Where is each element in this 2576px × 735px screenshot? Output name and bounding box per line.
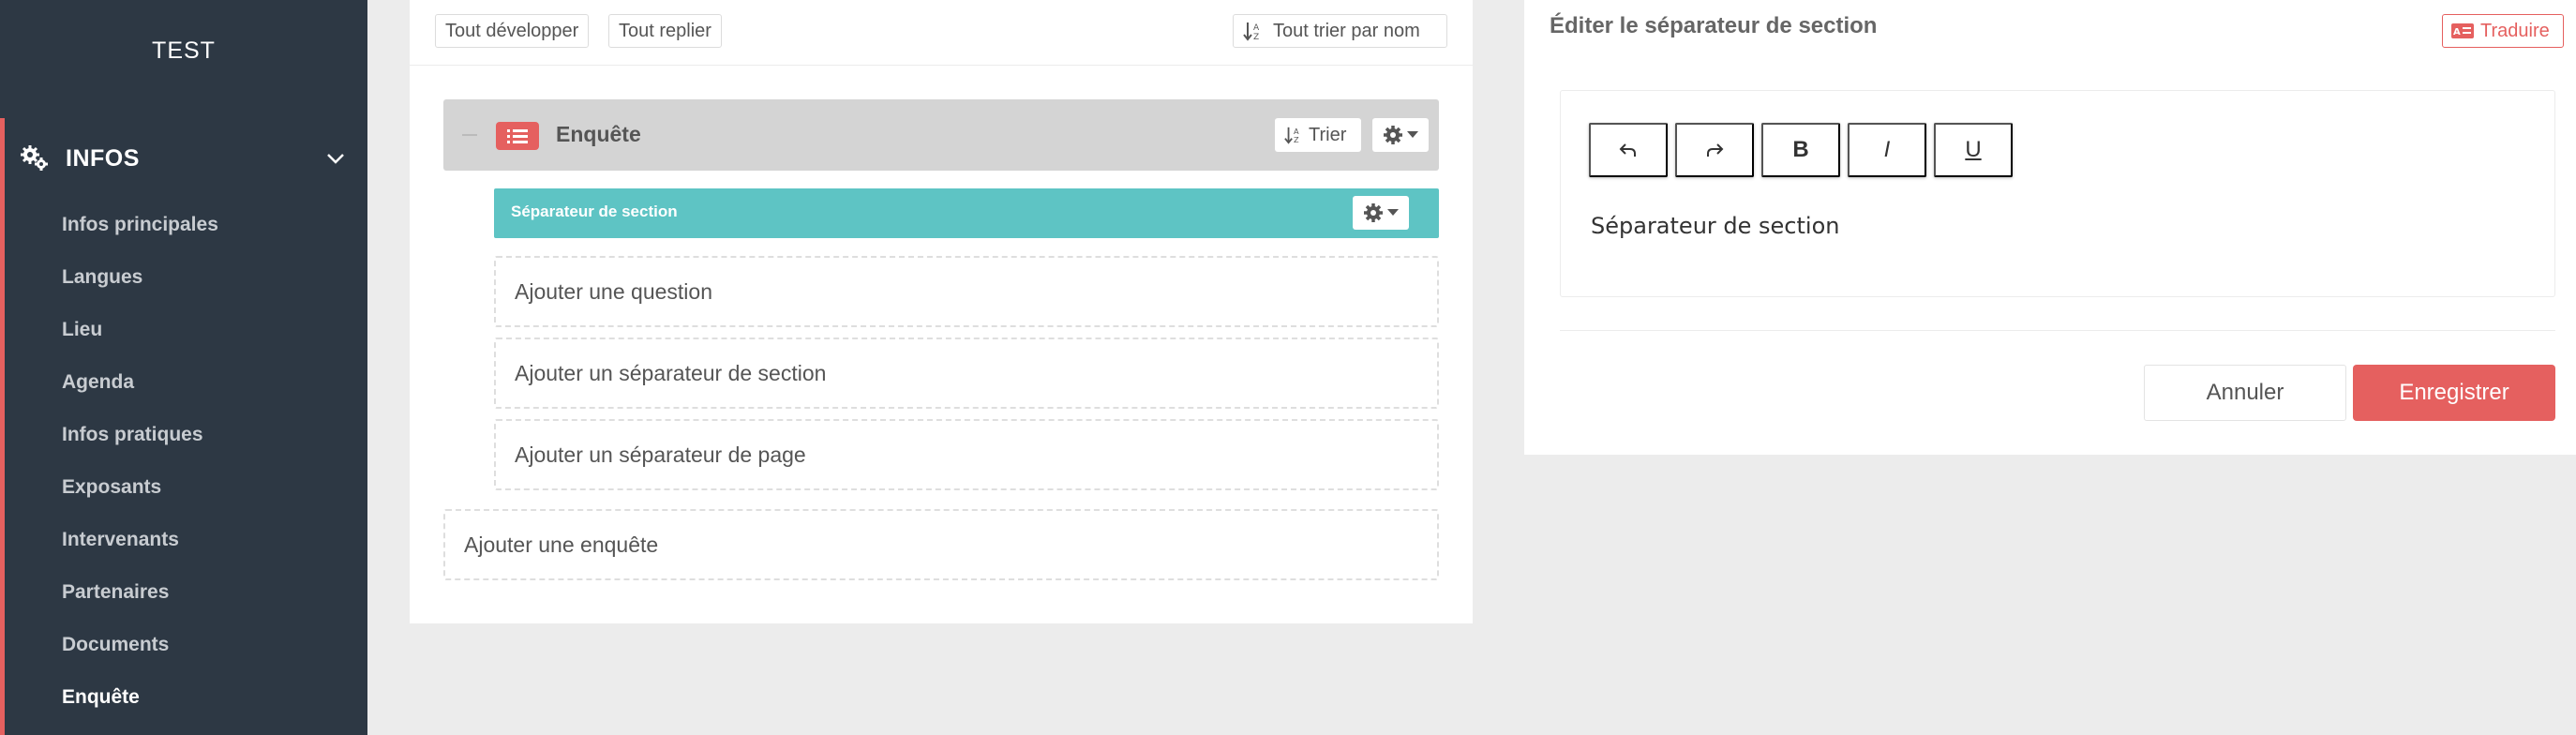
panel-divider bbox=[1560, 330, 2555, 331]
underline-icon: U bbox=[1965, 137, 1982, 162]
separator-settings-button[interactable] bbox=[1353, 196, 1409, 230]
sidebar-item-lieu[interactable]: Lieu bbox=[62, 304, 218, 356]
translate-label: Traduire bbox=[2480, 20, 2550, 41]
sidebar-section-title: INFOS bbox=[66, 144, 140, 172]
sidebar-accent-bar bbox=[0, 118, 5, 735]
section-separator-label: Séparateur de section bbox=[511, 202, 678, 220]
translate-icon: A bbox=[2451, 23, 2474, 38]
add-section-separator-box[interactable]: Ajouter un séparateur de section bbox=[494, 338, 1439, 409]
bold-button[interactable]: B bbox=[1761, 123, 1840, 177]
sidebar-item-enquete[interactable]: Enquête bbox=[62, 671, 218, 724]
add-survey-box[interactable]: Ajouter une enquête bbox=[443, 509, 1439, 580]
italic-icon: I bbox=[1883, 137, 1891, 162]
section-separator-row[interactable]: Séparateur de section bbox=[494, 188, 1439, 238]
cancel-button[interactable]: Annuler bbox=[2144, 365, 2346, 421]
rich-text-editor: B I U Séparateur de section bbox=[1560, 90, 2555, 297]
bold-icon: B bbox=[1792, 137, 1809, 162]
sidebar-item-partenaires[interactable]: Partenaires bbox=[62, 566, 218, 619]
sort-label: Trier bbox=[1309, 124, 1347, 145]
panel-title: Éditer le séparateur de section bbox=[1550, 13, 1878, 38]
save-button[interactable]: Enregistrer bbox=[2353, 365, 2555, 421]
sidebar-item-documents[interactable]: Documents bbox=[62, 619, 218, 671]
undo-icon bbox=[1619, 143, 1636, 157]
sidebar-item-infos-pratiques[interactable]: Infos pratiques bbox=[62, 409, 218, 461]
gear-icon bbox=[1364, 203, 1383, 222]
undo-button[interactable] bbox=[1589, 123, 1668, 177]
sidebar-item-agenda[interactable]: Agenda bbox=[62, 356, 218, 409]
collapse-dash[interactable] bbox=[462, 134, 477, 136]
sidebar-menu: Infos principales Langues Lieu Agenda In… bbox=[62, 199, 218, 724]
structure-toolbar: Tout développer Tout replier A Z Tout tr… bbox=[410, 0, 1473, 66]
caret-down-icon bbox=[1407, 131, 1418, 138]
survey-header-row[interactable]: Enquête A Z Trier bbox=[443, 99, 1439, 171]
survey-settings-button[interactable] bbox=[1372, 118, 1429, 152]
sidebar-item-langues[interactable]: Langues bbox=[62, 251, 218, 304]
redo-icon bbox=[1707, 143, 1724, 157]
italic-button[interactable]: I bbox=[1848, 123, 1926, 177]
svg-text:Z: Z bbox=[1253, 33, 1259, 41]
list-icon bbox=[496, 122, 539, 150]
sidebar-item-infos-principales[interactable]: Infos principales bbox=[62, 199, 218, 251]
svg-text:Z: Z bbox=[1294, 135, 1299, 144]
sort-all-button[interactable]: A Z Tout trier par nom bbox=[1233, 14, 1447, 48]
sidebar: TEST INFOS Infos principales Langues Lie… bbox=[0, 0, 367, 735]
chevron-down-icon[interactable] bbox=[324, 147, 347, 170]
expand-all-button[interactable]: Tout développer bbox=[435, 14, 590, 48]
svg-text:A: A bbox=[2453, 27, 2461, 38]
collapse-all-button[interactable]: Tout replier bbox=[608, 14, 722, 48]
sidebar-item-intervenants[interactable]: Intervenants bbox=[62, 514, 218, 566]
sort-all-label: Tout trier par nom bbox=[1273, 20, 1420, 41]
svg-text:A: A bbox=[1253, 23, 1260, 33]
survey-title: Enquête bbox=[556, 122, 641, 146]
sidebar-item-exposants[interactable]: Exposants bbox=[62, 461, 218, 514]
brand-title: TEST bbox=[152, 38, 216, 64]
sort-icon: A Z bbox=[1284, 127, 1299, 144]
edit-separator-panel: Éditer le séparateur de section A Tradui… bbox=[1524, 0, 2576, 455]
underline-button[interactable]: U bbox=[1934, 123, 2013, 177]
caret-down-icon bbox=[1387, 209, 1399, 216]
add-page-separator-box[interactable]: Ajouter un séparateur de page bbox=[494, 419, 1439, 490]
sort-icon: A Z bbox=[1243, 22, 1260, 41]
editor-content[interactable]: Séparateur de section bbox=[1591, 213, 1839, 239]
gears-icon bbox=[19, 142, 51, 174]
add-question-box[interactable]: Ajouter une question bbox=[494, 256, 1439, 327]
redo-button[interactable] bbox=[1675, 123, 1754, 177]
sidebar-section-infos[interactable]: INFOS bbox=[19, 139, 347, 178]
translate-button[interactable]: A Traduire bbox=[2442, 14, 2564, 48]
gear-icon bbox=[1384, 126, 1402, 144]
sort-button[interactable]: A Z Trier bbox=[1275, 118, 1361, 152]
survey-structure-panel: Tout développer Tout replier A Z Tout tr… bbox=[410, 0, 1473, 623]
